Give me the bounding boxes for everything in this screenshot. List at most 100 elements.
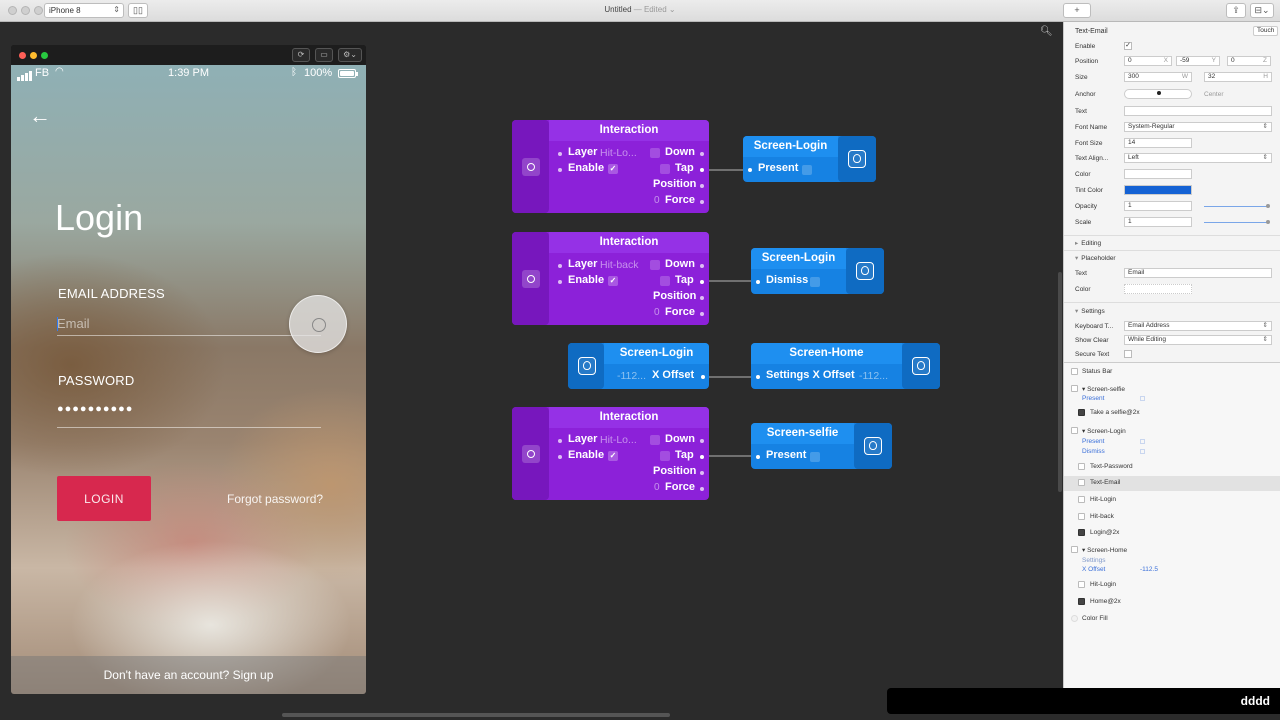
input-port[interactable] [748,168,752,172]
interaction-icon [522,158,540,176]
port-label: Enable [568,274,605,286]
login-button[interactable]: LOGIN [57,476,151,521]
enable-checkbox[interactable]: ✓ [1124,42,1132,50]
enable-checkbox[interactable]: ✓ [608,276,618,286]
input-port[interactable] [558,455,562,459]
output-port[interactable] [700,184,704,188]
anchor-picker[interactable] [1124,89,1192,99]
output-port-tap[interactable] [700,168,704,172]
record-video-icon[interactable]: ▭ [315,48,333,62]
gear-icon[interactable]: ⚙⌄ [338,48,362,62]
output-port[interactable] [700,439,704,443]
text-align-select[interactable]: Left ⇕ [1124,153,1272,163]
output-port[interactable] [700,200,704,204]
output-port[interactable] [700,312,704,316]
input-port[interactable] [558,168,562,172]
output-port[interactable] [700,296,704,300]
layer-text-email[interactable]: Text-Email [1064,476,1280,491]
scale-field[interactable]: 1 [1124,217,1192,227]
text-caret [57,317,58,331]
present-checkbox[interactable] [802,165,812,175]
interaction-patch-2[interactable]: Interaction Layer Hit-back Down Enable ✓… [512,232,709,325]
font-name-select[interactable]: System-Regular ⇕ [1124,122,1272,132]
input-port[interactable] [756,280,760,284]
show-clear-select[interactable]: While Editing ⇕ [1124,335,1272,345]
minimize-preview-button[interactable] [30,52,37,59]
input-port[interactable] [558,264,562,268]
screen-selfie-present-patch[interactable]: Screen-selfie Present [751,423,892,469]
placeholder-color-swatch[interactable] [1124,284,1192,294]
port-checkbox[interactable] [1140,439,1145,444]
share-button[interactable]: ⇪ [1226,3,1246,18]
dismiss-checkbox[interactable] [810,277,820,287]
output-port[interactable] [700,264,704,268]
screen-login-present-patch[interactable]: Screen-Login Present [743,136,876,182]
touch-button[interactable]: Touch [1253,26,1279,36]
output-port[interactable] [700,471,704,475]
scale-slider[interactable] [1204,220,1270,224]
output-port[interactable] [700,152,704,156]
font-size-field[interactable]: 14 [1124,138,1192,148]
position-x-field[interactable]: 0X [1124,56,1172,66]
port-label: Enable [568,449,605,461]
position-z-field[interactable]: 0Z [1227,56,1271,66]
secure-text-checkbox[interactable] [1124,350,1132,358]
port-label: Down [665,146,695,158]
height-field[interactable]: 32 H [1204,72,1272,82]
layer-value[interactable]: Hit-Lo... [600,434,637,446]
input-port[interactable] [756,375,760,379]
port-checkbox[interactable] [1140,449,1145,454]
port-checkbox[interactable] [1140,396,1145,401]
email-input[interactable] [57,312,321,336]
interaction-patch-3[interactable]: Interaction Layer Hit-Lo... Down Enable … [512,407,709,500]
restart-icon[interactable]: ⟳ [292,48,310,62]
forgot-password-link[interactable]: Forgot password? [227,492,323,506]
keyboard-type-select[interactable]: Email Address ⇕ [1124,321,1272,331]
output-port[interactable] [700,487,704,491]
opacity-field[interactable]: 1 [1124,201,1192,211]
interaction-patch-1[interactable]: Interaction Layer Hit-Lo... Down Enable … [512,120,709,213]
input-port[interactable] [756,455,760,459]
anchor-label: Anchor [1075,91,1096,98]
settings-section[interactable]: ▾ Settings [1075,307,1105,315]
layer-value[interactable]: Hit-back [600,259,639,271]
layer-value[interactable]: Hit-Lo... [600,147,637,159]
zoom-preview-button[interactable] [41,52,48,59]
xoffset-value[interactable]: -112... [859,370,888,382]
tint-color-swatch[interactable] [1124,185,1192,195]
screen-login-output-patch[interactable]: Screen-Login -112... X Offset [568,343,709,389]
opacity-label: Opacity [1075,203,1098,210]
enable-checkbox[interactable]: ✓ [608,451,618,461]
text-field[interactable] [1124,106,1272,116]
search-icon[interactable]: 🔍︎ [1040,26,1053,37]
placeholder-text-label: Text [1075,270,1087,277]
layout-menu-button[interactable]: ⊟⌄ [1250,3,1274,18]
editing-section[interactable]: ▸ Editing [1075,239,1101,247]
input-port[interactable] [558,152,562,156]
present-checkbox[interactable] [810,452,820,462]
placeholder-text-field[interactable]: Email [1124,268,1272,278]
width-field[interactable]: 300 W [1124,72,1192,82]
color-swatch[interactable] [1124,169,1192,179]
image-layer-icon [1078,409,1085,416]
screen-home-patch[interactable]: Screen-Home Settings X Offset -112... [751,343,940,389]
title-bar: iPhone 8 ⇕ ▯▯ Untitled — Edited ⌄ + ⇪ ⊟⌄ [0,0,1280,22]
screen-login-dismiss-patch[interactable]: Screen-Login Dismiss [751,248,884,294]
close-preview-button[interactable] [19,52,26,59]
input-port[interactable] [558,280,562,284]
opacity-slider[interactable] [1204,204,1270,208]
font-name-label: Font Name [1075,124,1108,131]
password-input[interactable]: ●●●●●●●●●● [57,403,133,415]
output-port[interactable] [701,375,705,379]
signup-link[interactable]: Don't have an account? Sign up [11,656,366,694]
position-y-field[interactable]: -59 Y [1176,56,1220,66]
input-port[interactable] [558,439,562,443]
output-port-tap[interactable] [700,280,704,284]
placeholder-section[interactable]: ▾ Placeholder [1075,254,1116,262]
add-button[interactable]: + [1063,3,1091,18]
output-port-tap[interactable] [700,455,704,459]
horizontal-scrollbar[interactable] [282,713,670,717]
enable-checkbox[interactable]: ✓ [608,164,618,174]
vertical-scrollbar[interactable] [1058,272,1062,492]
back-arrow-icon[interactable]: ← [29,103,51,129]
